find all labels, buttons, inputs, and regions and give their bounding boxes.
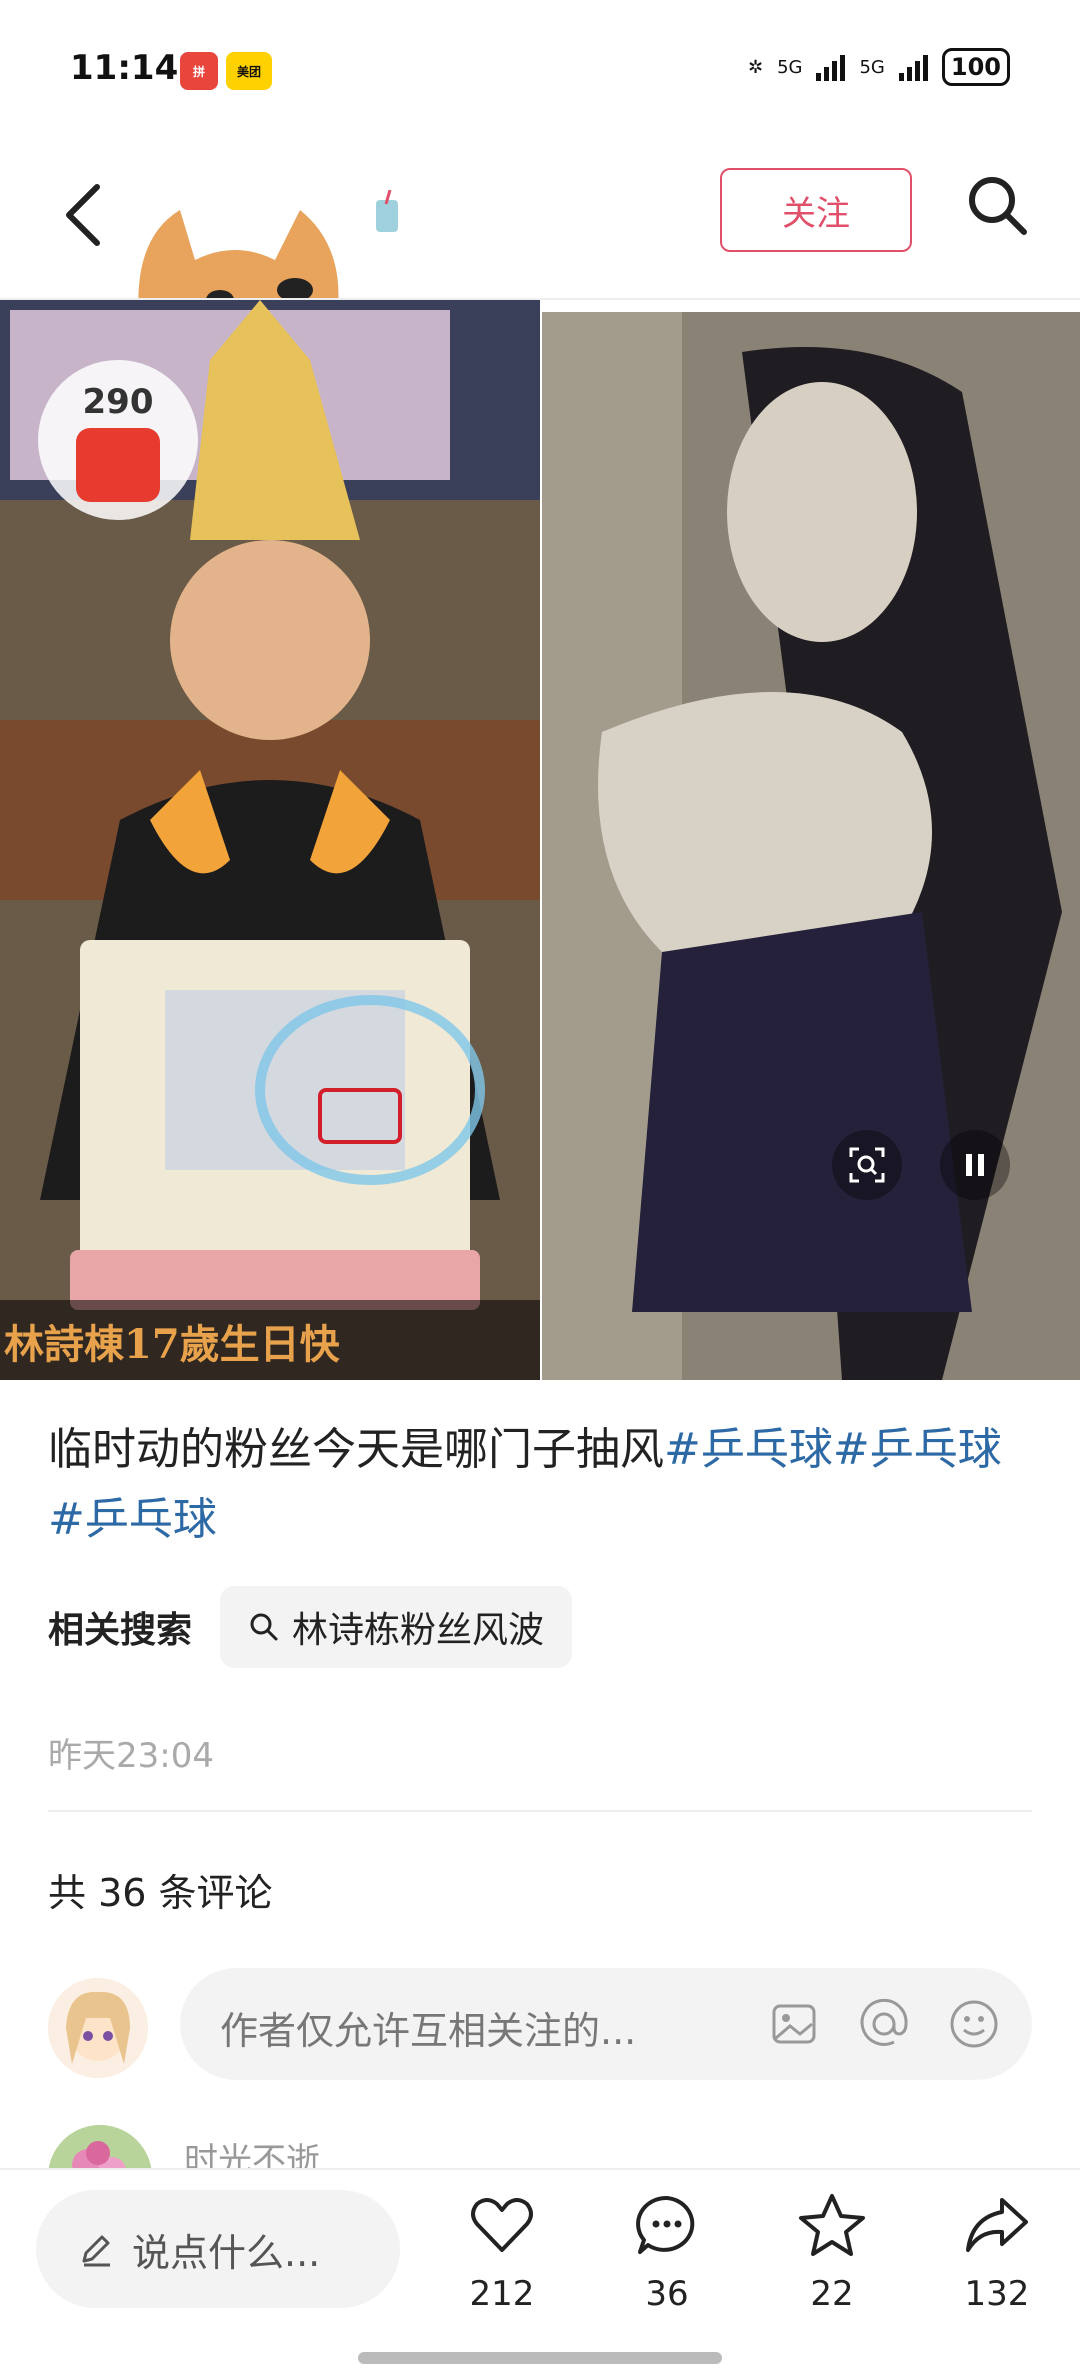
battery-indicator: 100	[941, 48, 1010, 86]
chevron-left-icon	[66, 184, 100, 246]
app-badge-meituan: 美团	[226, 52, 272, 90]
pause-icon	[966, 1154, 984, 1176]
post-body: 临时动的粉丝今天是哪门子抽风#乒乓球#乒乓球#乒乓球	[48, 1415, 1038, 1555]
post-timestamp: 昨天23:04	[48, 1736, 214, 1776]
home-indicator	[358, 2352, 722, 2364]
say-something-input[interactable]: 说点什么...	[36, 2190, 400, 2308]
cosplay-photo	[542, 312, 1080, 1380]
anime-girl-avatar-icon	[48, 1978, 148, 2078]
app-badge-pinduoduo: 拼	[180, 52, 218, 90]
back-button[interactable]	[55, 175, 115, 255]
search-button[interactable]	[962, 170, 1032, 240]
post-text: 临时动的粉丝今天是哪门子抽风	[48, 1424, 664, 1475]
favorite-count: 22	[810, 2274, 854, 2314]
section-divider	[48, 1810, 1032, 1812]
video-caption: 林詩棟17歲生日快	[4, 1321, 340, 1368]
related-search: 相关搜索 林诗栋粉丝风波	[48, 1586, 573, 1668]
bottom-action-bar: 说点什么... 212 36 22 132	[0, 2168, 1080, 2373]
mention-icon[interactable]	[856, 1996, 912, 2052]
image-icon[interactable]	[766, 1996, 822, 2052]
status-time: 11:14	[70, 48, 179, 88]
say-something-placeholder: 说点什么...	[132, 2230, 321, 2275]
red-packet-widget[interactable]: 290	[38, 360, 198, 520]
notification-icon: ✲	[747, 56, 764, 78]
red-packet-count: 290	[82, 382, 154, 422]
search-icon	[250, 1613, 278, 1641]
post-image-left[interactable]: 290 林詩棟17歲生日快	[0, 300, 540, 1380]
heart-icon	[471, 2198, 533, 2252]
comment-input[interactable]: 作者仅允许互相关注的...	[180, 1968, 1032, 2080]
share-arrow-icon	[966, 2198, 1028, 2252]
signal-bars-icon	[816, 53, 846, 81]
user-avatar[interactable]	[48, 1978, 148, 2078]
post-media[interactable]: 290 林詩棟17歲生日快	[0, 300, 1080, 1380]
hashtag-link[interactable]: #乒乓球	[833, 1424, 1002, 1475]
comment-count: 共 36 条评论	[48, 1871, 273, 1915]
star-icon	[799, 2194, 865, 2256]
related-search-label: 相关搜索	[48, 1610, 193, 1651]
comment-input-placeholder: 作者仅允许互相关注的...	[220, 2009, 637, 2053]
comment-button[interactable]: 36	[607, 2190, 727, 2340]
red-envelope-icon	[76, 428, 160, 502]
drink-cup-icon	[376, 190, 398, 232]
status-bar: 11:14 拼 美团 ✲ 5G 5G 100	[0, 0, 1080, 140]
follow-button[interactable]: 关注	[720, 168, 912, 252]
comment-count-bottom: 36	[645, 2274, 689, 2314]
emoji-icon[interactable]	[946, 1996, 1002, 2052]
pencil-icon	[82, 2235, 110, 2267]
image-search-button[interactable]	[832, 1130, 902, 1200]
like-button[interactable]: 212	[442, 2190, 562, 2340]
pause-button[interactable]	[940, 1130, 1010, 1200]
related-search-query: 林诗栋粉丝风波	[292, 1610, 545, 1651]
signal-5g-label-1: 5G	[777, 56, 803, 78]
comment-input-row: 作者仅允许互相关注的...	[48, 1968, 1032, 2080]
scan-search-icon	[849, 1147, 885, 1183]
top-nav: 关注	[0, 140, 1080, 450]
hashtag-link[interactable]: #乒乓球	[48, 1494, 217, 1545]
status-icons: ✲ 5G 5G 100	[748, 48, 1010, 86]
hashtag-link[interactable]: #乒乓球	[664, 1424, 833, 1475]
signal-bars-icon-2	[898, 53, 928, 81]
comment-bubble-icon	[636, 2195, 695, 2254]
like-count: 212	[469, 2274, 535, 2314]
search-icon	[969, 177, 1027, 235]
post-image-right[interactable]	[542, 312, 1080, 1380]
favorite-button[interactable]: 22	[772, 2190, 892, 2340]
share-button[interactable]: 132	[937, 2190, 1057, 2340]
signal-5g-label-2: 5G	[859, 56, 885, 78]
related-search-chip[interactable]: 林诗栋粉丝风波	[220, 1586, 573, 1668]
video-caption-strip: 林詩棟17歲生日快	[0, 1300, 540, 1380]
share-count: 132	[964, 2274, 1030, 2314]
